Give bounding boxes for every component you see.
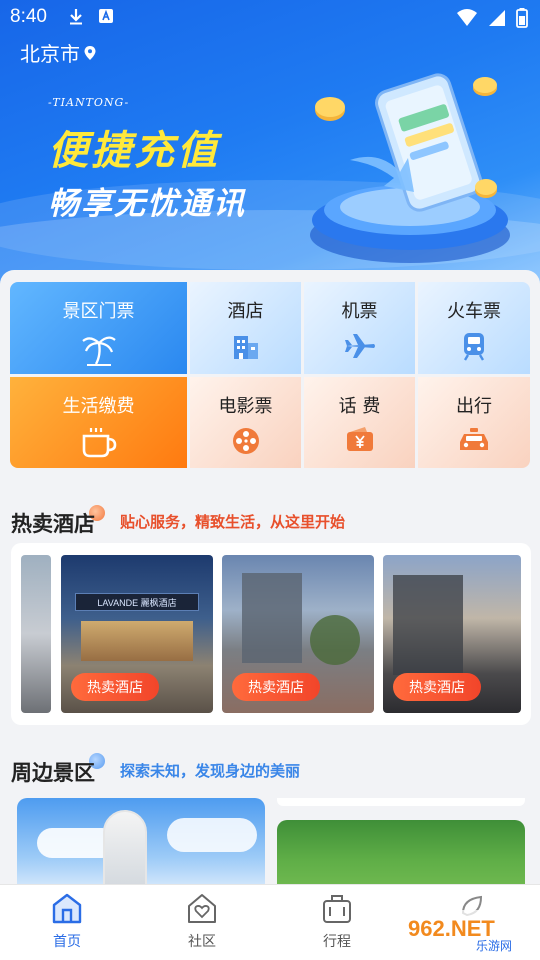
hotel-hot-tag: 热卖酒店 — [232, 673, 320, 701]
keyboard-a-icon — [99, 9, 113, 23]
service-utilities[interactable]: 生活缴费 — [10, 377, 187, 468]
home-icon — [52, 893, 82, 924]
svg-text:乐游网: 乐游网 — [476, 939, 512, 953]
status-time: 8:40 — [10, 6, 47, 27]
service-movie[interactable]: 电影票 — [190, 377, 301, 468]
location-selector[interactable]: 北京市 — [20, 38, 96, 67]
wallet-yuan-icon — [346, 427, 373, 451]
hotel-hot-tag: 热卖酒店 — [393, 673, 481, 701]
services-grid: 景区门票 酒店 机票 火车票 生活缴费 电影票 话 费 出行 — [10, 282, 530, 468]
service-label: 电影票 — [218, 396, 273, 417]
hot-hotels-title: 热卖酒店 — [11, 512, 95, 536]
banner-subheadline: 畅享无忧通讯 — [48, 186, 246, 222]
nav-trips-label: 行程 — [323, 934, 351, 950]
service-label: 火车票 — [447, 301, 501, 322]
home-content: 景区门票 酒店 机票 火车票 生活缴费 电影票 话 费 出行 热卖酒店 贴心服务… — [0, 270, 540, 900]
palm-tree-icon — [81, 336, 116, 366]
cloud-shape — [167, 818, 257, 852]
community-heart-house-icon — [188, 894, 216, 923]
airplane-icon — [344, 334, 375, 358]
hot-hotels-carousel[interactable]: LAVANDE 麗枫酒店 热卖酒店 热卖酒店 热卖酒店 — [11, 543, 531, 725]
luggage-icon — [323, 895, 351, 923]
signal-icon — [489, 10, 505, 26]
service-label: 出行 — [456, 396, 492, 417]
nav-home[interactable]: 首页 — [27, 893, 107, 951]
service-flight[interactable]: 机票 — [304, 282, 415, 374]
hotel-sign: LAVANDE 麗枫酒店 — [75, 593, 199, 611]
scenic-card-top-edge — [277, 798, 525, 806]
battery-icon — [516, 8, 528, 28]
status-bar: 8:40 — [0, 0, 540, 36]
hotel-lobby-lights — [81, 621, 193, 661]
brand-wordmark: -TIANTONG- — [48, 96, 130, 109]
site-watermark-logo: 962.NET 乐游网 — [402, 910, 534, 953]
service-hotel[interactable]: 酒店 — [190, 282, 301, 374]
service-label: 机票 — [341, 301, 378, 322]
coffee-cup-icon — [82, 428, 116, 458]
film-reel-icon — [232, 428, 259, 454]
nav-trips[interactable]: 行程 — [297, 893, 377, 951]
nav-home-label: 首页 — [53, 934, 81, 950]
nearby-scenic-title: 周边景区 — [11, 761, 95, 785]
location-pin-icon — [84, 45, 96, 60]
nav-community[interactable]: 社区 — [162, 893, 242, 951]
hotel-card-3[interactable]: 热卖酒店 — [383, 555, 521, 713]
hotel-tree-shape — [310, 615, 360, 665]
service-label: 景区门票 — [62, 301, 135, 322]
svg-text:962.NET: 962.NET — [408, 916, 495, 941]
service-train[interactable]: 火车票 — [418, 282, 530, 374]
hotel-card-2[interactable]: 热卖酒店 — [222, 555, 374, 713]
hotel-card-lavande[interactable]: LAVANDE 麗枫酒店 热卖酒店 — [61, 555, 213, 713]
banner-headline: 便捷充值 — [48, 128, 220, 174]
train-icon — [463, 333, 485, 361]
service-scenic-tickets[interactable]: 景区门票 — [10, 282, 187, 374]
service-label: 酒店 — [227, 301, 264, 322]
hotel-building-shape — [393, 575, 463, 675]
service-phone-bill[interactable]: 话 费 — [304, 377, 415, 468]
hotel-building-icon — [233, 336, 258, 359]
hotel-image-partial[interactable] — [21, 555, 51, 713]
wifi-icon — [457, 9, 477, 26]
hot-hotels-subtitle: 贴心服务，精致生活，从这里开始 — [120, 513, 346, 531]
city-name: 北京市 — [20, 42, 80, 66]
hotel-building-shape — [242, 573, 302, 663]
scenic-card-1[interactable] — [17, 798, 265, 898]
promo-banner[interactable]: 8:40 北京市 -TIANTONG- 便捷充值 畅享无忧通讯 — [0, 0, 540, 290]
nav-community-label: 社区 — [188, 934, 216, 950]
service-label: 话 费 — [338, 396, 381, 417]
hotel-hot-tag: 热卖酒店 — [71, 673, 159, 701]
nearby-scenic-subtitle: 探索未知，发现身边的美丽 — [120, 762, 301, 780]
taxi-icon — [460, 428, 488, 450]
service-travel[interactable]: 出行 — [418, 377, 530, 468]
download-icon — [70, 9, 82, 25]
service-label: 生活缴费 — [62, 396, 135, 417]
phone-recharge-illustration — [310, 73, 510, 263]
